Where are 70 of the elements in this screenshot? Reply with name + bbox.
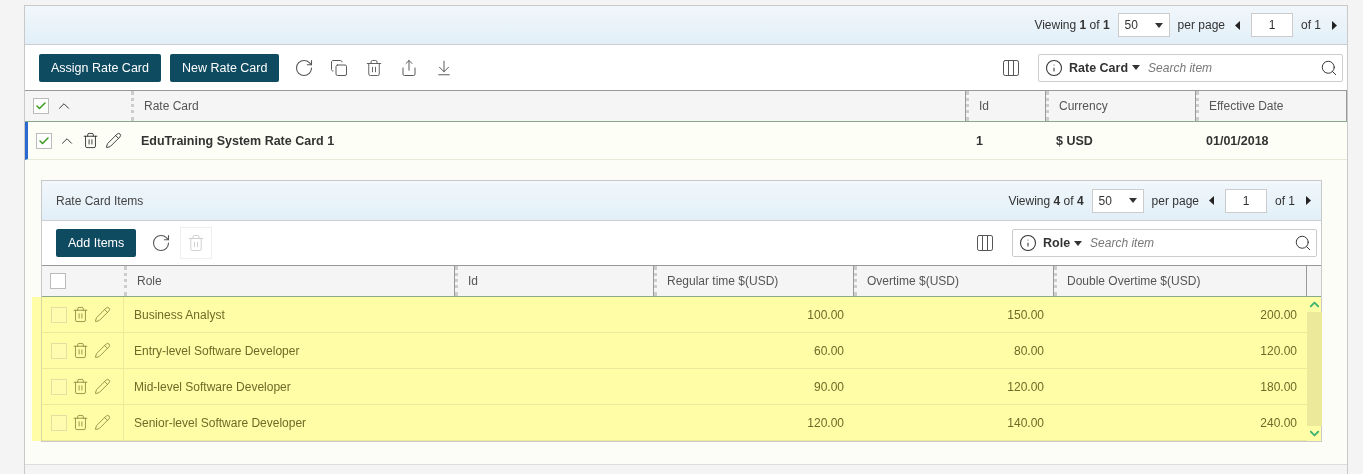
table-cell-text: 100.00 (806, 306, 845, 324)
checkbox[interactable] (36, 132, 52, 149)
table-cell-text: $ USD (1055, 132, 1094, 150)
table-cell-text: 80.00 (1012, 342, 1045, 360)
table-cell-text: 120.00 (1006, 378, 1045, 396)
toolbar-button[interactable]: Add Items (56, 229, 137, 257)
column-header[interactable]: Id (468, 274, 478, 288)
checkbox[interactable] (51, 414, 67, 431)
column-header[interactable]: Role (137, 274, 162, 288)
table-cell-text: 1 (975, 132, 984, 150)
table-cell-text: 120.00 (806, 414, 845, 432)
panel-title: Rate Card Items (56, 193, 144, 208)
next-page-button[interactable] (1303, 193, 1313, 208)
table-cell-text: 140.00 (1006, 414, 1045, 432)
page-count: of 1 (1275, 193, 1295, 208)
table-cell-text: 180.00 (1259, 378, 1298, 396)
viewing-count: Viewing 1 of 1 (1034, 18, 1110, 32)
checkbox[interactable] (50, 273, 66, 289)
table-cell-text: 200.00 (1259, 306, 1298, 324)
previous-page-button[interactable] (1207, 193, 1217, 208)
per-page-label: per page (1151, 193, 1199, 208)
page-field[interactable]: 1 (1225, 188, 1267, 213)
info-icon (1045, 58, 1063, 77)
column-header[interactable]: Regular time $(USD) (667, 274, 779, 288)
next-page-button[interactable] (1329, 18, 1339, 32)
info-icon (1019, 234, 1037, 252)
delete-icon[interactable] (82, 132, 99, 149)
table-cell-text: EduTraining System Rate Card 1 (140, 132, 336, 150)
previous-page-button[interactable] (1233, 18, 1243, 32)
column-header[interactable]: Effective Date (1209, 99, 1284, 113)
caret-icon (1128, 198, 1137, 203)
table-cell-text: 240.00 (1259, 414, 1298, 432)
check-icon (35, 100, 47, 112)
table-cell-text: Business Analyst (133, 306, 226, 324)
checkbox[interactable] (51, 342, 67, 359)
per-page-select[interactable]: 50 (1091, 188, 1144, 213)
checkbox[interactable] (33, 98, 49, 114)
viewing-count: Viewing 4 of 4 (1008, 193, 1084, 208)
check-icon (38, 134, 50, 147)
column-header[interactable]: Rate Card (144, 99, 199, 113)
search-field[interactable]: Role Search item (1012, 229, 1317, 257)
table-cell-text: 120.00 (1259, 342, 1298, 360)
per-page-label: per page (1177, 18, 1225, 32)
table-cell-text: Mid-level Software Developer (133, 378, 292, 396)
column-header[interactable]: Double Overtime $(USD) (1067, 274, 1201, 288)
table-cell-text: Entry-level Software Developer (133, 342, 301, 360)
filter-dropdown[interactable]: Rate Card (1069, 60, 1141, 75)
search-field[interactable]: Rate Card Search item (1038, 53, 1343, 82)
page-count: of 1 (1301, 18, 1321, 32)
edit-icon[interactable] (105, 132, 122, 149)
checkbox[interactable] (51, 378, 67, 395)
search-icon[interactable] (1320, 58, 1338, 77)
table-cell-text: 01/01/2018 (1205, 132, 1270, 150)
column-header[interactable]: Id (979, 99, 989, 113)
checkbox[interactable] (51, 306, 67, 323)
table-cell-text: 150.00 (1006, 306, 1045, 324)
table-cell-text: 90.00 (812, 378, 845, 396)
caret-icon (1154, 22, 1163, 28)
toolbar-button[interactable]: Assign Rate Card (39, 53, 161, 82)
page-field[interactable]: 1 (1251, 13, 1293, 37)
table-cell-text: 60.00 (812, 342, 845, 360)
filter-dropdown[interactable]: Role (1043, 236, 1083, 250)
toolbar-button[interactable]: New Rate Card (169, 53, 280, 82)
caret-icon (1074, 240, 1083, 246)
table-cell-text: Senior-level Software Developer (133, 414, 308, 432)
per-page-select[interactable]: 50 (1117, 13, 1170, 37)
column-header[interactable]: Currency (1059, 99, 1108, 113)
search-icon[interactable] (1294, 234, 1312, 252)
column-header[interactable]: Overtime $(USD) (867, 274, 959, 288)
caret-icon (1132, 65, 1141, 70)
